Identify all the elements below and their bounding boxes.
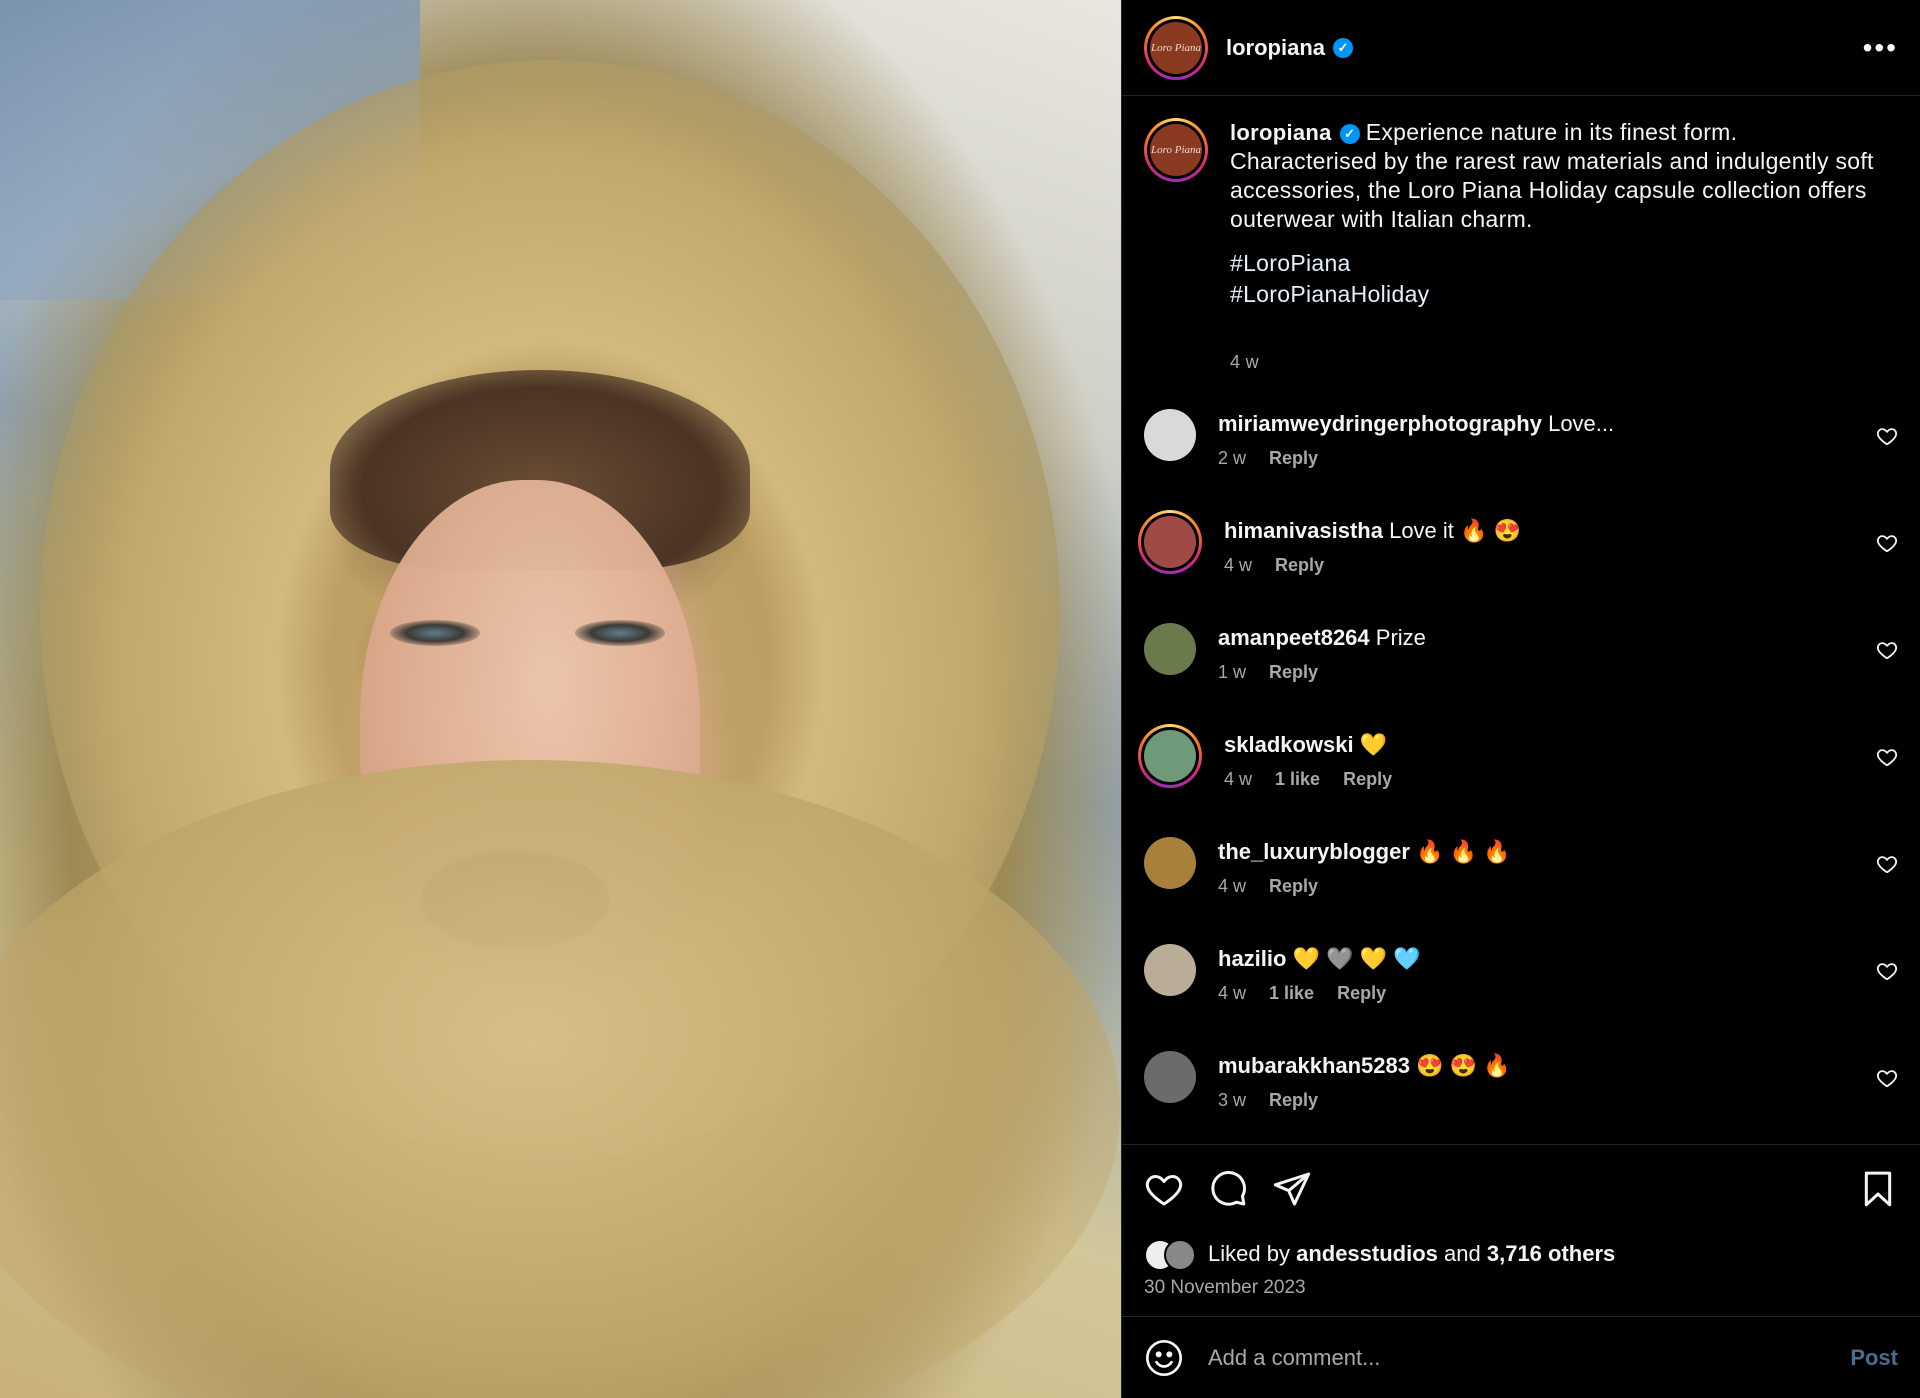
comment-avatar[interactable] — [1144, 409, 1196, 461]
comment-bubble-icon[interactable] — [1208, 1169, 1248, 1209]
comment-item: skladkowski 💛 4 w 1 like Reply — [1122, 724, 1920, 837]
comment-input[interactable]: Add a comment... — [1208, 1345, 1850, 1371]
reply-button[interactable]: Reply — [1269, 662, 1318, 682]
comment-likes[interactable]: 1 like — [1275, 769, 1320, 789]
comment-username[interactable]: amanpeet8264 — [1218, 625, 1370, 650]
comment-username[interactable]: hazilio — [1218, 946, 1286, 971]
caption-hashtags: #LoroPiana #LoroPianaHoliday — [1230, 248, 1880, 310]
reply-button[interactable]: Reply — [1269, 448, 1318, 468]
caption-avatar[interactable]: Loro Piana — [1144, 118, 1208, 182]
hashtag-link[interactable]: #LoroPiana — [1230, 248, 1880, 279]
eye-left — [390, 620, 480, 646]
comment-avatar[interactable] — [1138, 724, 1202, 788]
comment-item: the_luxuryblogger 🔥 🔥 🔥 4 w Reply — [1122, 837, 1920, 944]
comment-username[interactable]: skladkowski — [1224, 732, 1354, 757]
save-bookmark-icon[interactable] — [1858, 1169, 1898, 1209]
eye-right — [575, 620, 665, 646]
post-header: Loro Piana loropiana ✓ ••• — [1122, 0, 1920, 96]
comment-item: mubarakkhan5283 😍 😍 🔥 3 w Reply — [1122, 1051, 1920, 1144]
comment-avatar[interactable] — [1138, 510, 1202, 574]
verified-badge-icon: ✓ — [1333, 37, 1354, 58]
liker-avatar — [1164, 1239, 1196, 1271]
comment-time[interactable]: 4 w — [1218, 876, 1246, 896]
add-comment-bar: Add a comment... Post — [1122, 1316, 1920, 1398]
comment-item: amanpeet8264 Prize 1 w Reply — [1122, 623, 1920, 730]
comment-like-heart-icon[interactable] — [1876, 1067, 1898, 1089]
comment-username[interactable]: miriamweydringerphotography — [1218, 411, 1542, 436]
hashtag-link[interactable]: #LoroPianaHoliday — [1230, 279, 1880, 310]
likes-others-link[interactable]: 3,716 others — [1487, 1241, 1615, 1267]
like-heart-icon[interactable] — [1144, 1169, 1184, 1209]
reply-button[interactable]: Reply — [1269, 1090, 1318, 1110]
comment-text: Prize — [1375, 625, 1426, 650]
comment-time[interactable]: 1 w — [1218, 662, 1246, 682]
comment-text: Love... — [1548, 411, 1615, 436]
likes-and: and — [1444, 1241, 1481, 1266]
comment-text: 💛 🩶 💛 🩵 — [1292, 946, 1421, 971]
comment-time[interactable]: 4 w — [1224, 769, 1252, 789]
comment-like-heart-icon[interactable] — [1876, 960, 1898, 982]
likes-summary: Liked by andesstudios and 3,716 others — [1122, 1239, 1920, 1271]
caption-first-line: Experience nature in its finest form. — [1365, 119, 1738, 145]
comment-like-heart-icon[interactable] — [1876, 853, 1898, 875]
comment-time[interactable]: 3 w — [1218, 1090, 1246, 1110]
more-options-icon[interactable]: ••• — [1863, 32, 1898, 64]
caption-timestamp[interactable]: 4 w — [1230, 348, 1880, 377]
comment-username[interactable]: mubarakkhan5283 — [1218, 1053, 1410, 1078]
comment-likes[interactable]: 1 like — [1269, 983, 1314, 1003]
post-comment-button[interactable]: Post — [1850, 1345, 1898, 1371]
post-panel: Loro Piana loropiana ✓ ••• Loro Piana lo… — [1121, 0, 1920, 1398]
reply-button[interactable]: Reply — [1343, 769, 1392, 789]
liker-username[interactable]: andesstudios — [1296, 1241, 1438, 1267]
caption: Loro Piana loropiana ✓ Experience nature i… — [1122, 96, 1920, 377]
comment-username[interactable]: himanivasistha — [1224, 518, 1383, 543]
caption-username[interactable]: loropiana — [1230, 120, 1332, 145]
comment-like-heart-icon[interactable] — [1876, 746, 1898, 768]
comment-avatar[interactable] — [1144, 623, 1196, 675]
comment-text: 🔥 🔥 🔥 — [1416, 839, 1511, 864]
share-paper-plane-icon[interactable] — [1272, 1169, 1312, 1209]
brand-logo: Loro Piana — [1150, 124, 1202, 176]
liker-avatars[interactable] — [1144, 1239, 1204, 1271]
comments-scroll[interactable]: Loro Piana loropiana ✓ Experience nature i… — [1122, 96, 1920, 1144]
comment-avatar[interactable] — [1144, 1051, 1196, 1103]
comment-item: miriamweydringerphotography Love... 2 w … — [1122, 409, 1920, 516]
reply-button[interactable]: Reply — [1269, 876, 1318, 896]
comment-time[interactable]: 4 w — [1218, 983, 1246, 1003]
comment-text: 😍 😍 🔥 — [1416, 1053, 1511, 1078]
verified-badge-icon: ✓ — [1339, 123, 1360, 144]
brand-logo: Loro Piana — [1150, 21, 1202, 74]
comment-like-heart-icon[interactable] — [1876, 639, 1898, 661]
reply-button[interactable]: Reply — [1337, 983, 1386, 1003]
header-username[interactable]: loropiana — [1226, 35, 1325, 61]
comment-time[interactable]: 4 w — [1224, 555, 1252, 575]
caption-body: Characterised by the rarest raw material… — [1230, 148, 1874, 232]
profile-avatar[interactable]: Loro Piana — [1144, 15, 1208, 80]
comment-text: 💛 — [1359, 732, 1388, 757]
comment-username[interactable]: the_luxuryblogger — [1218, 839, 1410, 864]
comment-item: himanivasistha Love it 🔥 😍 4 w Reply — [1122, 510, 1920, 623]
comments-list: miriamweydringerphotography Love... 2 w … — [1122, 409, 1920, 1144]
comment-like-heart-icon[interactable] — [1876, 425, 1898, 447]
comment-time[interactable]: 2 w — [1218, 448, 1246, 468]
comment-like-heart-icon[interactable] — [1876, 532, 1898, 554]
post-actions: Liked by andesstudios and 3,716 others 3… — [1122, 1144, 1920, 1315]
post-date[interactable]: 30 November 2023 — [1122, 1277, 1920, 1299]
post-image[interactable] — [0, 0, 1121, 1398]
emoji-icon[interactable] — [1144, 1338, 1184, 1378]
comment-avatar[interactable] — [1144, 944, 1196, 996]
reply-button[interactable]: Reply — [1275, 555, 1324, 575]
likes-prefix: Liked by — [1208, 1241, 1290, 1266]
comment-avatar[interactable] — [1144, 837, 1196, 889]
comment-text: Love it 🔥 😍 — [1389, 518, 1521, 543]
comment-item: hazilio 💛 🩶 💛 🩵 4 w 1 like Reply — [1122, 944, 1920, 1051]
